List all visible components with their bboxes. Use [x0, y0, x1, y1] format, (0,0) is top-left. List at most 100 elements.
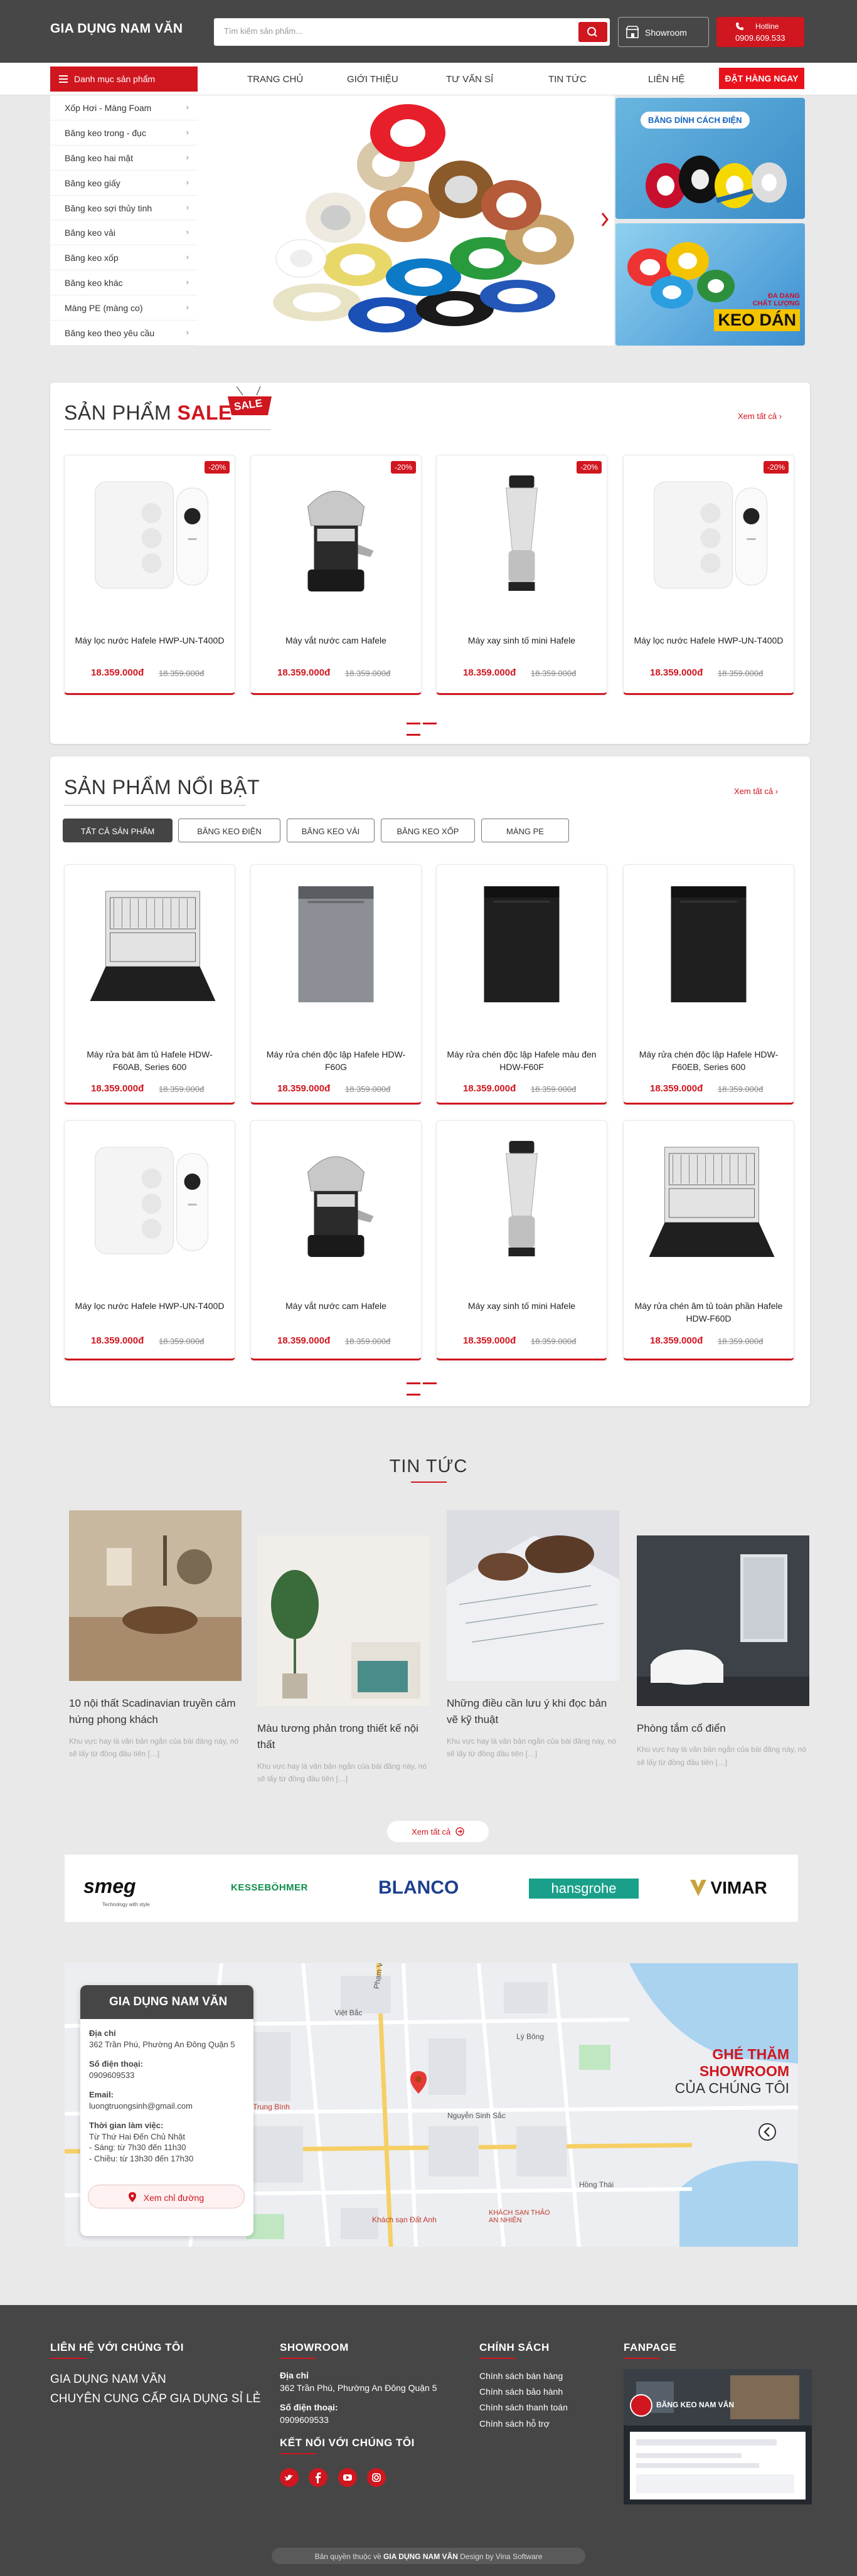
news-item[interactable]: Màu tương phản trong thiết kế nội thất K… [257, 1535, 430, 1785]
footer-policy-link[interactable]: Chính sách bảo hành [479, 2384, 568, 2400]
sidebar-item-foam[interactable]: Xốp Hơi - Màng Foam › [50, 95, 198, 120]
hotline-button[interactable]: Hotline 0909.609.533 [716, 17, 804, 47]
order-now-button[interactable]: ĐẶT HÀNG NGAY [719, 68, 804, 89]
product-image [671, 886, 747, 1002]
news-item-title[interactable]: 10 nội thất Scadinavian truyền cảm hứng … [69, 1695, 242, 1729]
fanpage-widget[interactable]: BĂNG KEO NAM VĂN [624, 2369, 812, 2504]
hero-slider[interactable] [198, 95, 614, 346]
sidebar-item-clear-tape[interactable]: Băng keo trong - đục › [50, 120, 198, 146]
news-item-title[interactable]: Phòng tắm cổ điển [637, 1720, 809, 1737]
product-name[interactable]: Máy rửa chén độc lập Hafele màu đen HDW-… [445, 1048, 598, 1074]
search-bar[interactable]: Tìm kiếm sản phẩm... [214, 18, 610, 46]
product-card[interactable]: Máy xay sinh tố mini Hafele 18.359.000đ … [436, 1120, 607, 1360]
product-name[interactable]: Máy rửa chén âm tủ toàn phần Hafele HDW-… [632, 1300, 785, 1325]
location-icon [128, 2192, 136, 2202]
tab-electric-tape[interactable]: BĂNG KEO ĐIỆN [178, 819, 280, 842]
insulation-tape-banner[interactable]: BĂNG DÍNH CÁCH ĐIỆN [615, 98, 805, 219]
fanpage-name[interactable]: BĂNG KEO NAM VĂN [656, 2400, 734, 2409]
arrow-left-circle-icon[interactable] [758, 2123, 777, 2141]
instagram-icon[interactable] [367, 2468, 386, 2487]
product-image-frame [251, 1128, 421, 1273]
chevron-right-icon: › [186, 152, 189, 162]
product-price: 18.359.000đ [463, 1083, 516, 1094]
product-card[interactable]: -20% Máy lọc nước Hafele HWP-UN-T400D 18… [623, 455, 794, 695]
featured-see-all-link[interactable]: Xem tất cả › [734, 787, 778, 796]
sidebar-item-label: Băng keo giấy [65, 178, 120, 188]
sidebar-item-pe-film[interactable]: Màng PE (màng co) › [50, 295, 198, 321]
facebook-icon[interactable] [309, 2468, 328, 2487]
brand-vimar[interactable]: VIMAR [689, 1878, 767, 1898]
tab-foam-tape[interactable]: BĂNG KEO XỐP [381, 819, 475, 842]
tab-all-products[interactable]: TẤT CẢ SẢN PHẨM [63, 819, 173, 842]
product-name[interactable]: Máy lọc nước Hafele HWP-UN-T400D [632, 634, 785, 647]
product-image-frame [624, 872, 794, 1017]
sidebar-item-paper-tape[interactable]: Băng keo giấy › [50, 171, 198, 196]
map-email[interactable]: luongtruongsinh@gmail.com [89, 2101, 245, 2112]
product-card[interactable]: -20% Máy xay sinh tố mini Hafele 18.359.… [436, 455, 607, 695]
news-item-title[interactable]: Những điều cần lưu ý khi đọc bản vẽ kỹ t… [447, 1695, 619, 1729]
product-price: 18.359.000đ [463, 1335, 516, 1346]
tab-cloth-tape[interactable]: BĂNG KEO VẢI [287, 819, 375, 842]
product-name[interactable]: Máy lọc nước Hafele HWP-UN-T400D [73, 1300, 226, 1312]
variety-tape-banner[interactable]: ĐA DẠNG CHẤT LƯỢNG KEO DÁN [615, 223, 805, 346]
product-card[interactable]: Máy rửa chén âm tủ toàn phần Hafele HDW-… [623, 1120, 794, 1360]
product-name[interactable]: Máy rửa bát âm tủ Hafele HDW-F60AB, Seri… [73, 1048, 226, 1074]
news-item[interactable]: Những điều cần lưu ý khi đọc bản vẽ kỹ t… [447, 1510, 619, 1760]
sidebar-item-double-tape[interactable]: Băng keo hai mặt › [50, 146, 198, 171]
search-button[interactable] [578, 22, 607, 42]
map-address: 362 Trần Phú, Phường An Đông Quận 5 [89, 2039, 235, 2049]
nav-link-wholesale[interactable]: TƯ VẤN SỈ [446, 74, 493, 85]
nav-link-home[interactable]: TRANG CHỦ [247, 74, 303, 85]
category-menu-button[interactable]: Danh mục sản phẩm [50, 66, 198, 92]
brand-kessebohmer[interactable]: KESSEBÖHMER [231, 1882, 308, 1893]
brand-smeg[interactable]: smeg Technology with style [83, 1875, 150, 1909]
site-logo[interactable]: GIA DỤNG NAM VĂN [50, 21, 183, 36]
nav-link-about[interactable]: GIỚI THIỆU [347, 74, 398, 85]
nav-link-news[interactable]: TIN TỨC [548, 74, 587, 85]
product-card[interactable]: Máy rửa chén độc lập Hafele HDW-F60EB, S… [623, 864, 794, 1105]
footer-policy-link[interactable]: Chính sách thanh toán [479, 2400, 568, 2415]
showroom-button[interactable]: Showroom [618, 17, 709, 47]
product-card[interactable]: Máy rửa bát âm tủ Hafele HDW-F60AB, Seri… [64, 864, 235, 1105]
footer-policy-link[interactable]: Chính sách bán hàng [479, 2368, 568, 2384]
tab-pe-film[interactable]: MÀNG PE [481, 819, 569, 842]
brand-hansgrohe[interactable]: hansgrohe [529, 1879, 639, 1899]
product-name[interactable]: Máy vắt nước cam Hafele [260, 634, 412, 647]
news-item[interactable]: 10 nội thất Scadinavian truyền cảm hứng … [69, 1510, 242, 1760]
sidebar-item-other-tape[interactable]: Băng keo khác › [50, 270, 198, 296]
product-name[interactable]: Máy xay sinh tố mini Hafele [445, 634, 598, 647]
product-name[interactable]: Máy rửa chén độc lập Hafele HDW-F60G [260, 1048, 412, 1074]
product-card[interactable]: Máy rửa chén độc lập Hafele màu đen HDW-… [436, 864, 607, 1105]
map-section[interactable]: Phạm Văn Đồng Nguyễn Sinh Sắc Hồng Thái … [65, 1963, 798, 2247]
product-name[interactable]: Máy vắt nước cam Hafele [260, 1300, 412, 1312]
map-phone[interactable]: 0909609533 [89, 2070, 245, 2081]
product-card[interactable]: Máy rửa chén độc lập Hafele HDW-F60G 18.… [250, 864, 422, 1105]
product-old-price: 18.359.000đ [345, 1084, 391, 1094]
slider-next-icon[interactable] [600, 211, 609, 228]
nav-link-contact[interactable]: LIÊN HỆ [648, 74, 684, 85]
product-card[interactable]: -20% Máy lọc nước Hafele HWP-UN-T400D 18… [64, 455, 235, 695]
product-card[interactable]: Máy lọc nước Hafele HWP-UN-T400D 18.359.… [64, 1120, 235, 1360]
featured-pagination[interactable] [407, 1376, 454, 1396]
brand-blanco[interactable]: BLANCO [378, 1877, 459, 1899]
sale-see-all-link[interactable]: Xem tất cả › [738, 411, 782, 421]
sidebar-item-custom-tape[interactable]: Băng keo theo yêu cầu › [50, 321, 198, 346]
product-name[interactable]: Máy rửa chén độc lập Hafele HDW-F60EB, S… [632, 1048, 785, 1074]
product-name[interactable]: Máy lọc nước Hafele HWP-UN-T400D [73, 634, 226, 647]
product-card[interactable]: Máy vắt nước cam Hafele 18.359.000đ 18.3… [250, 1120, 422, 1360]
news-item[interactable]: Phòng tắm cổ điển Khu vực hay là văn bản… [637, 1535, 809, 1769]
sidebar-item-cloth-tape[interactable]: Băng keo vải › [50, 220, 198, 246]
sidebar-item-fiberglass-tape[interactable]: Băng keo sợi thủy tinh › [50, 196, 198, 221]
footer-phone[interactable]: 0909609533 [280, 2414, 449, 2426]
search-input[interactable]: Tìm kiếm sản phẩm... [224, 26, 302, 36]
news-see-all-button[interactable]: Xem tất cả [387, 1821, 489, 1842]
product-name[interactable]: Máy xay sinh tố mini Hafele [445, 1300, 598, 1312]
news-item-title[interactable]: Màu tương phản trong thiết kế nội thất [257, 1720, 430, 1754]
directions-button[interactable]: Xem chỉ đường [88, 2185, 245, 2208]
youtube-icon[interactable] [338, 2468, 357, 2487]
twitter-icon[interactable] [280, 2468, 299, 2487]
footer-policy-link[interactable]: Chính sách hỗ trợ [479, 2416, 568, 2432]
sidebar-item-foam-tape[interactable]: Băng keo xốp › [50, 245, 198, 271]
product-card[interactable]: -20% Máy vắt nước cam Hafele 18.359.000đ… [250, 455, 422, 695]
sale-pagination[interactable] [407, 716, 454, 736]
